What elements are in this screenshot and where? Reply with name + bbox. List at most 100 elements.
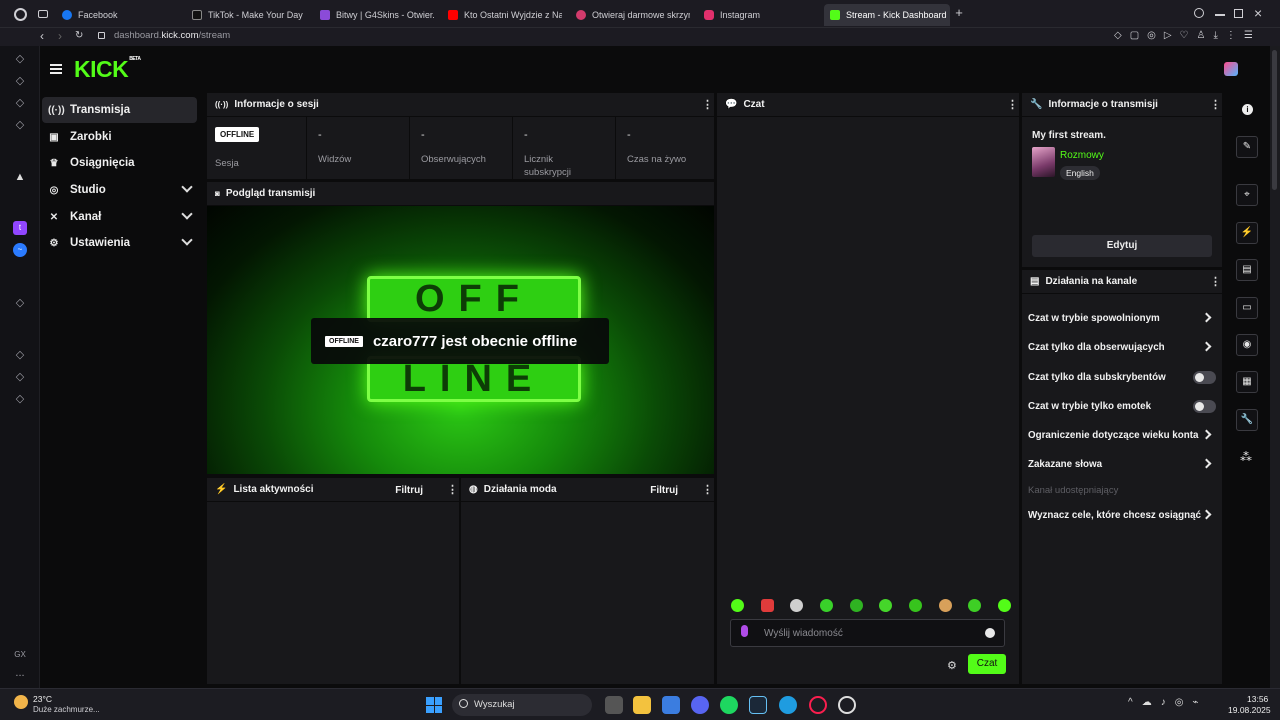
more-options-icon[interactable]: ⋮ (702, 484, 713, 496)
info-icon[interactable]: i (1242, 104, 1253, 115)
scan-icon[interactable]: ⌖ (1236, 184, 1258, 206)
chevron-down-icon[interactable] (181, 208, 193, 220)
lightning-icon[interactable]: ⚡ (1236, 222, 1258, 244)
chevron-down-icon[interactable] (181, 234, 193, 246)
account-age-row[interactable]: Ograniczenie dotyczące wieku konta (1028, 425, 1214, 445)
nav-ustawienia[interactable]: ⚙ Ustawienia (42, 230, 197, 256)
diamond-icon[interactable]: ◇ (13, 392, 27, 406)
goals-row[interactable]: Wyznacz cele, które chcesz osiągnąć (1028, 505, 1214, 525)
start-button[interactable] (426, 697, 442, 713)
new-tab-button[interactable]: + (953, 6, 965, 19)
followers-only-row[interactable]: Czat tylko dla obserwujących (1028, 337, 1214, 357)
opera-menu-icon[interactable] (14, 8, 27, 21)
more-options-icon[interactable]: ⋮ (1210, 99, 1221, 111)
diamond-icon[interactable]: ◇ (13, 296, 27, 310)
weather-temp[interactable]: 23°C (33, 694, 52, 704)
reload-icon[interactable]: ↻ (75, 30, 83, 41)
user-avatar[interactable] (1224, 62, 1238, 76)
gx-label[interactable]: GX (12, 648, 28, 662)
emote-icon[interactable] (731, 599, 744, 612)
tab-youtube[interactable]: Kto Ostatni Wyjdzie z Naj... (442, 4, 562, 26)
chat-bubble-icon[interactable]: ▭ (1236, 297, 1258, 319)
emote-icon[interactable] (938, 599, 952, 612)
minimize-button[interactable] (1215, 14, 1225, 16)
emote-icon[interactable] (997, 599, 1011, 612)
kick-logo[interactable]: KICKBETA (74, 56, 141, 83)
channel-icon[interactable]: ▦ (1236, 371, 1258, 393)
nav-transmisja[interactable]: ((·)) Transmisja (42, 97, 197, 123)
filter-button[interactable]: Filtruj (395, 485, 423, 496)
edit-button[interactable]: Edytuj (1032, 235, 1212, 257)
filter-button[interactable]: Filtruj (650, 485, 678, 496)
diamond-icon[interactable]: ◇ (13, 74, 27, 88)
maximize-button[interactable] (1234, 9, 1243, 18)
clock-time[interactable]: 13:56 (1247, 694, 1268, 704)
diamond-icon[interactable]: ◇ (13, 370, 27, 384)
more-icon[interactable]: ... (13, 666, 27, 680)
edge-icon[interactable] (779, 696, 797, 714)
steam-icon[interactable] (749, 696, 767, 714)
discord-icon[interactable] (691, 696, 709, 714)
tray-icons[interactable]: ^☁♪◎⌁ (1128, 697, 1207, 708)
file-explorer-icon[interactable] (633, 696, 651, 714)
diamond-icon[interactable]: ◇ (13, 96, 27, 110)
hamburger-menu-icon[interactable] (50, 64, 62, 74)
tab-instagram[interactable]: Instagram (698, 4, 808, 26)
arrow-up-icon[interactable]: ▲ (13, 170, 27, 184)
emote-icon[interactable] (790, 599, 804, 612)
taskbar-search[interactable]: Wyszukaj (452, 694, 592, 716)
subscribers-only-toggle[interactable] (1193, 371, 1216, 384)
wrench-icon[interactable]: 🔧 (1236, 409, 1258, 431)
emote-icon[interactable] (849, 599, 863, 612)
microphone-icon[interactable] (741, 625, 748, 637)
share-icon[interactable]: ⁂ (1240, 450, 1252, 464)
diamond-icon[interactable]: ◇ (13, 348, 27, 362)
tab-overview-icon[interactable] (38, 10, 48, 18)
category-link[interactable]: Rozmowy (1060, 150, 1104, 161)
chat-settings-icon[interactable]: ⚙ (947, 659, 957, 672)
banned-words-row[interactable]: Zakazane słowa (1028, 454, 1214, 474)
emote-icon[interactable] (819, 599, 833, 612)
twitch-icon[interactable]: t (13, 221, 27, 235)
forward-icon[interactable]: › (58, 29, 62, 43)
chevron-down-icon[interactable] (181, 181, 193, 193)
diamond-icon[interactable]: ◇ (13, 52, 27, 66)
tab-facebook[interactable]: Facebook (56, 4, 176, 26)
emote-icon[interactable] (908, 599, 922, 612)
emote-icon[interactable] (968, 599, 982, 612)
diamond-icon[interactable]: ◇ (13, 118, 27, 132)
tab-g4skins[interactable]: Bitwy | G4Skins - Otwier... (314, 4, 434, 26)
chat-input[interactable]: Wyślij wiadomość (730, 619, 1005, 647)
close-window-button[interactable]: × (1254, 5, 1262, 21)
edit-pencil-icon[interactable]: ✎ (1236, 136, 1258, 158)
more-options-icon[interactable]: ⋮ (447, 484, 458, 496)
emote-icon[interactable] (760, 599, 774, 612)
nav-zarobki[interactable]: ▣ Zarobki (42, 124, 197, 150)
tab-cases[interactable]: Otwieraj darmowe skrzyn... (570, 4, 690, 26)
messenger-icon[interactable]: ~ (13, 243, 27, 257)
page-scrollbar[interactable] (1270, 46, 1280, 688)
emote-icon[interactable] (879, 599, 893, 612)
search-tabs-icon[interactable] (1194, 8, 1204, 18)
url-field[interactable]: dashboard.kick.com/stream (114, 30, 230, 41)
tab-tiktok[interactable]: TikTok - Make Your Day (186, 4, 308, 26)
store-icon[interactable] (662, 696, 680, 714)
app-icon[interactable] (838, 696, 856, 714)
emoji-icon[interactable] (985, 628, 995, 638)
more-options-icon[interactable]: ⋮ (1007, 99, 1018, 111)
more-options-icon[interactable]: ⋮ (1210, 276, 1221, 288)
clock-date[interactable]: 19.08.2025 (1228, 705, 1271, 715)
broadcast-icon[interactable]: ◉ (1236, 334, 1258, 356)
more-options-icon[interactable]: ⋮ (702, 99, 713, 111)
nav-kanal[interactable]: ✕ Kanał (42, 204, 197, 230)
weather-icon[interactable] (14, 695, 28, 709)
tab-kick-dashboard[interactable]: Stream - Kick Dashboard (824, 4, 950, 26)
nav-studio[interactable]: ◎ Studio (42, 177, 197, 203)
send-chat-button[interactable]: Czat (968, 654, 1006, 674)
opera-gx-icon[interactable] (809, 696, 827, 714)
emote-only-toggle[interactable] (1193, 400, 1216, 413)
spotify-icon[interactable] (720, 696, 738, 714)
document-icon[interactable]: ▤ (1236, 259, 1258, 281)
slow-mode-row[interactable]: Czat w trybie spowolnionym (1028, 308, 1214, 328)
back-icon[interactable]: ‹ (40, 29, 44, 43)
